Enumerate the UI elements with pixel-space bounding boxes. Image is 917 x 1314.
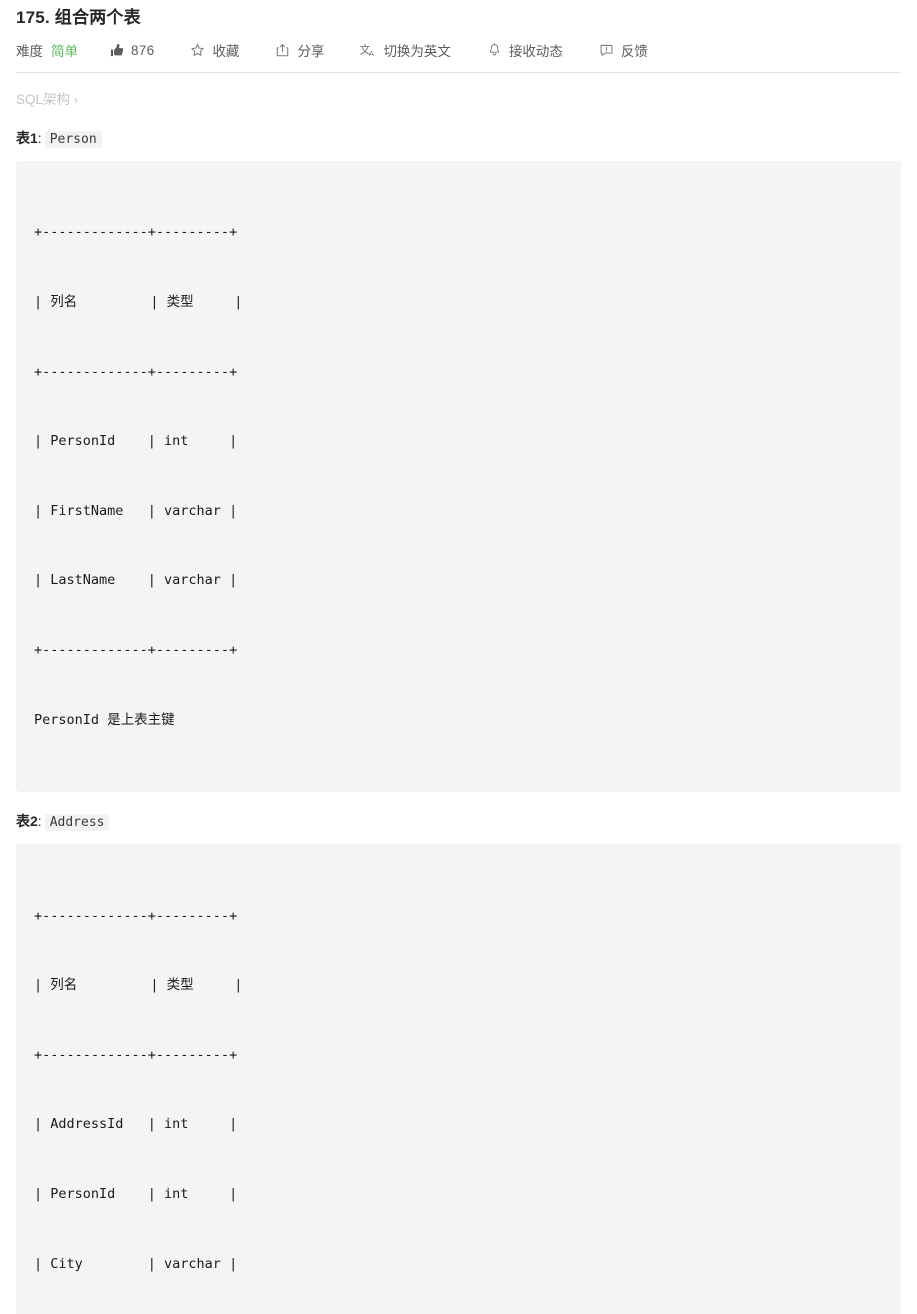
difficulty-group: 难度 简单 [16, 39, 78, 61]
table-caption-prefix: 表 [16, 130, 30, 146]
feedback-label: 反馈 [620, 44, 648, 59]
table-caption-separator: : [37, 813, 42, 830]
favorite-button[interactable]: 收藏 [190, 39, 239, 61]
subscribe-button[interactable]: 接收动态 [487, 39, 563, 61]
code-line: | City | varchar | [34, 1255, 238, 1272]
difficulty-value: 简单 [51, 44, 78, 59]
page-title: 175. 组合两个表 [16, 8, 141, 27]
share-button[interactable]: 分享 [275, 39, 324, 61]
share-label: 分享 [297, 44, 325, 59]
code-line: +-------------+---------+ [34, 641, 238, 658]
like-button[interactable]: 876 [110, 39, 154, 61]
table-2-caption: 表2: Address [16, 811, 901, 833]
difficulty-label: 难度 [16, 44, 43, 59]
code-line: PersonId 是上表主键 [34, 711, 175, 728]
code-line: | AddressId | int | [34, 1116, 238, 1133]
problem-meta-bar: 难度 简单 876 收藏 分享 文 A 切换为英文 接收动态 反馈 [16, 34, 901, 66]
code-line: +-------------+---------+ [34, 224, 238, 241]
header-divider [16, 72, 901, 73]
code-line: | 列名 | 类型 | [34, 977, 243, 994]
like-count: 876 [131, 42, 155, 58]
code-line: | PersonId | int | [34, 1185, 238, 1202]
sql-schema-toggle[interactable]: SQL架构 › [16, 91, 901, 109]
table-caption-separator: : [37, 130, 42, 146]
table-1-caption: 表1: Person [16, 128, 901, 150]
problem-page: 175. 组合两个表 难度 简单 876 收藏 分享 文 A 切换为英文 接收动… [0, 0, 917, 1314]
translate-label: 切换为英文 [383, 44, 451, 59]
code-line: | FirstName | varchar | [34, 502, 238, 519]
table-name-person: Person [44, 131, 102, 148]
feedback-icon [599, 43, 614, 58]
bell-icon [487, 42, 502, 58]
code-line: | 列名 | 类型 | [34, 294, 243, 310]
svg-text:A: A [369, 49, 374, 57]
table-caption-number: 1 [30, 130, 38, 146]
translate-icon: 文 A [360, 43, 376, 58]
sql-schema-label: SQL架构 [16, 92, 71, 107]
code-line: | LastName | varchar | [34, 572, 238, 589]
table-name-address: Address [44, 814, 110, 832]
star-icon [190, 43, 205, 58]
table-1-schema-code: +-------------+---------+ | 列名 | 类型 | +-… [16, 161, 901, 793]
share-icon [275, 43, 290, 58]
code-line: +-------------+---------+ [34, 1046, 238, 1063]
feedback-button[interactable]: 反馈 [599, 39, 648, 61]
favorite-label: 收藏 [212, 44, 240, 59]
code-line: +-------------+---------+ [34, 907, 238, 924]
table-caption-prefix: 表 [16, 813, 30, 830]
table-caption-number: 2 [30, 813, 38, 830]
chevron-right-icon: › [74, 93, 79, 107]
table-2-schema-code: +-------------+---------+ | 列名 | 类型 | +-… [16, 844, 901, 1314]
code-line: | PersonId | int | [34, 433, 238, 450]
code-line: +-------------+---------+ [34, 363, 238, 380]
translate-button[interactable]: 文 A 切换为英文 [360, 39, 451, 61]
thumbs-up-icon [110, 43, 125, 58]
subscribe-label: 接收动态 [508, 44, 563, 59]
